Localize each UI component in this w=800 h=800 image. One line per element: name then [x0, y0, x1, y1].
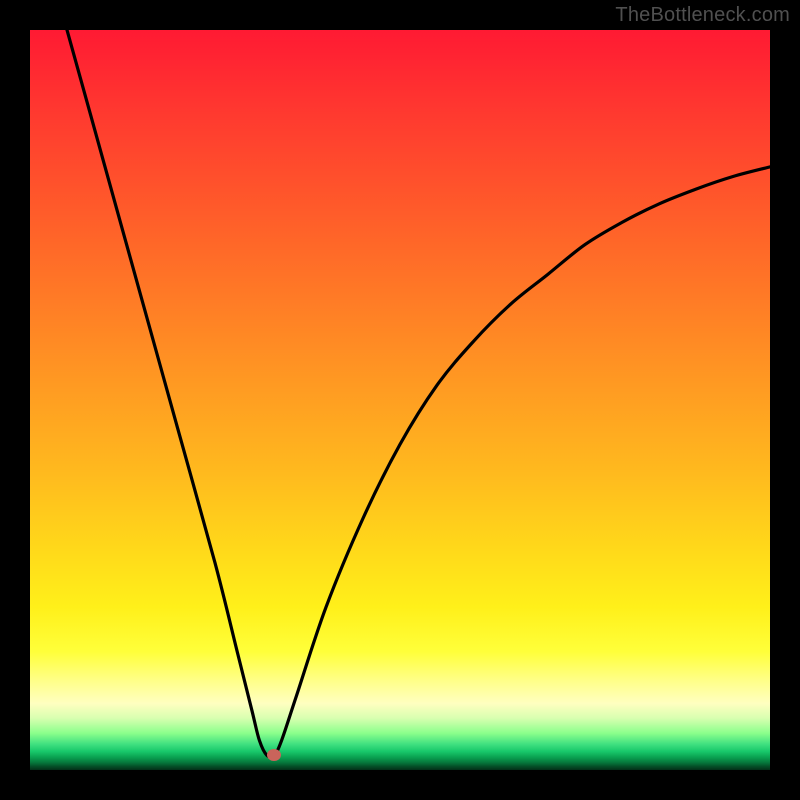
curve-path: [67, 30, 770, 757]
chart-frame: TheBottleneck.com: [0, 0, 800, 800]
bottleneck-curve: [30, 30, 770, 770]
plot-area: [30, 30, 770, 770]
optimal-point-marker: [267, 749, 281, 761]
watermark-text: TheBottleneck.com: [615, 4, 790, 27]
